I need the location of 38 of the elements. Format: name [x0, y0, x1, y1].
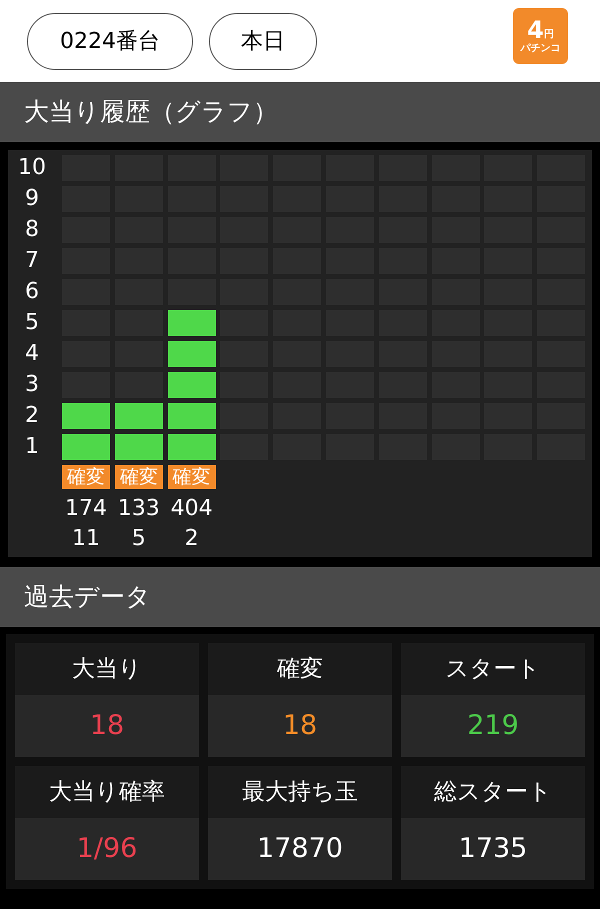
stat-value: 1/96 — [15, 818, 199, 880]
status-tag: 確変 — [114, 465, 163, 489]
logo-label: パチンコ — [520, 44, 560, 54]
logo-value: 4 — [527, 18, 544, 42]
status-tag: 確変 — [62, 465, 110, 489]
stat-label: 大当り確率 — [15, 766, 199, 818]
section-title: 大当り履歴（グラフ） — [0, 82, 600, 142]
stat-label: 総スタート — [401, 766, 585, 818]
hit-count: 2 — [184, 525, 200, 553]
axis-label: 7 — [24, 248, 40, 274]
axis-label: 3 — [24, 372, 40, 398]
filter-button[interactable]: 0224番台 — [27, 12, 193, 70]
stat-value: 1735 — [401, 818, 585, 880]
start-count: 133 — [116, 495, 161, 523]
stat-label: 大当り — [15, 643, 199, 695]
filter-button[interactable]: 本日 — [209, 12, 317, 70]
axis-label: 6 — [24, 279, 40, 305]
axis-label: 5 — [24, 310, 40, 336]
axis-label: 10 — [17, 155, 47, 181]
axis-label: 4 — [24, 341, 40, 367]
start-count: 174 — [64, 495, 108, 523]
axis-label: 2 — [24, 403, 40, 429]
stat-label: スタート — [401, 643, 585, 695]
axis-label: 8 — [24, 217, 40, 243]
axis-label: 1 — [24, 434, 40, 460]
logo-unit: 円 — [544, 30, 554, 40]
axis-label: 9 — [24, 186, 40, 212]
status-tag: 確変 — [168, 465, 216, 489]
stat-label: 最大持ち玉 — [208, 766, 392, 818]
stat-value: 17870 — [208, 818, 392, 880]
stat-value: 219 — [401, 695, 585, 757]
stat-value: 18 — [15, 695, 199, 757]
start-count: 404 — [170, 495, 214, 523]
stat-value: 18 — [208, 695, 392, 757]
stat-label: 確変 — [208, 643, 392, 695]
hit-count: 11 — [71, 525, 101, 553]
section-title: 過去データ — [0, 567, 600, 627]
hit-count: 5 — [130, 525, 147, 553]
